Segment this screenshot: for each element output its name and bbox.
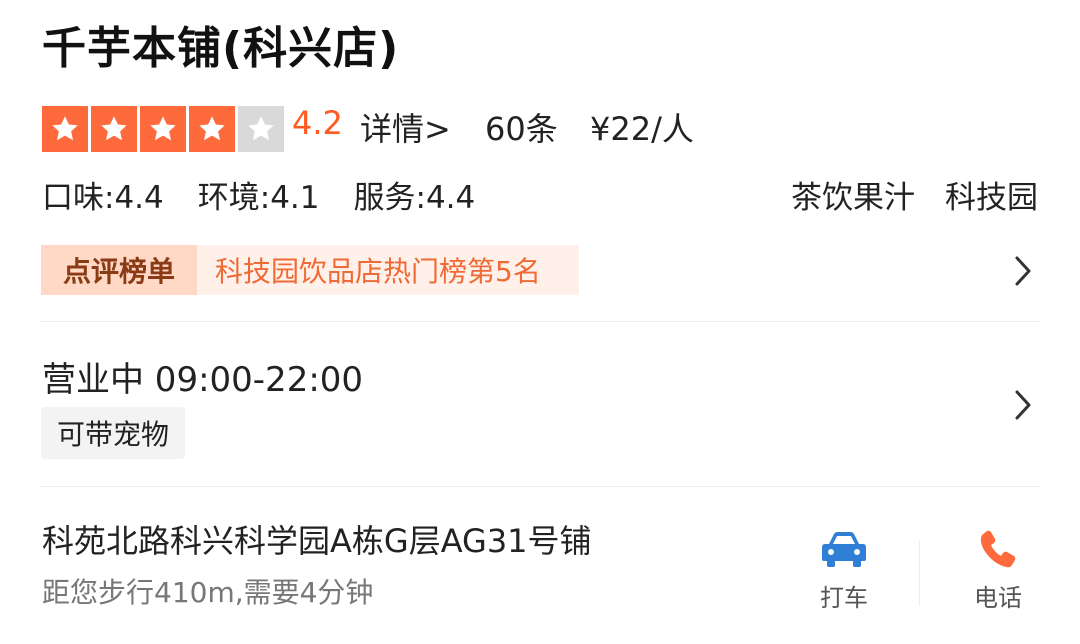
taxi-label: 打车 xyxy=(820,584,868,612)
score-taste: 口味:4.4 xyxy=(42,180,164,216)
category-tags: 茶饮果汁 科技园 xyxy=(791,172,1038,217)
category-tag[interactable]: 茶饮果汁 xyxy=(791,172,915,217)
ranking-text: 科技园饮品店热门榜第5名 xyxy=(197,245,579,295)
star-icon xyxy=(91,106,137,152)
star-rating xyxy=(42,106,287,152)
car-icon xyxy=(822,532,866,567)
taxi-button[interactable]: 打车 xyxy=(789,528,899,613)
divider xyxy=(41,321,1039,322)
area-tag[interactable]: 科技园 xyxy=(945,172,1038,217)
score-service: 服务:4.4 xyxy=(353,180,476,216)
call-button[interactable]: 电话 xyxy=(943,528,1053,613)
chevron-right-icon[interactable] xyxy=(1012,254,1034,288)
star-icon xyxy=(189,106,235,152)
price-per-person: ¥22/人 xyxy=(590,110,694,148)
review-count[interactable]: 60条 xyxy=(485,104,558,150)
business-hours: 营业中 09:00-22:00 xyxy=(42,360,364,400)
star-icon xyxy=(42,106,88,152)
phone-icon xyxy=(980,530,1016,568)
score-environment: 环境:4.1 xyxy=(197,180,320,216)
ranking-banner[interactable]: 点评榜单 科技园饮品店热门榜第5名 xyxy=(41,245,579,295)
walking-distance: 距您步行410m,需要4分钟 xyxy=(42,576,374,609)
sub-scores: 口味:4.4 环境:4.1 服务:4.4 xyxy=(42,172,475,217)
call-label: 电话 xyxy=(974,584,1022,612)
star-icon xyxy=(140,106,186,152)
pet-friendly-tag: 可带宠物 xyxy=(41,407,186,459)
rating-score: 4.2 xyxy=(292,104,343,142)
shop-address[interactable]: 科苑北路科兴科学园A栋G层AG31号铺 xyxy=(42,516,592,562)
action-divider xyxy=(919,540,920,606)
chevron-right-icon[interactable] xyxy=(1012,388,1034,422)
details-link[interactable]: 详情> xyxy=(360,104,451,150)
shop-title: 千芋本铺(科兴店) xyxy=(42,23,400,74)
divider xyxy=(41,486,1039,487)
ranking-badge: 点评榜单 xyxy=(41,245,197,295)
star-empty-icon xyxy=(238,106,284,152)
